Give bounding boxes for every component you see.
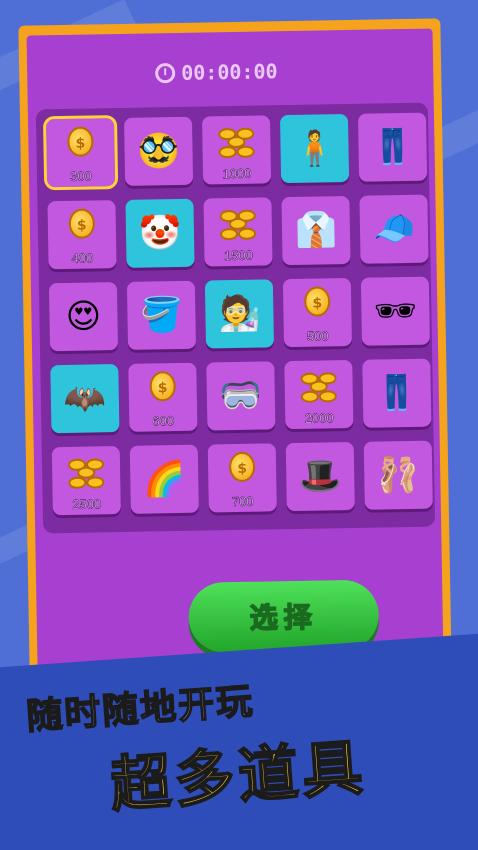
pixel-sunglasses-icon: 🕶 bbox=[373, 290, 418, 332]
item-slot[interactable]: $600 bbox=[128, 362, 198, 432]
item-slot[interactable]: 🕶 bbox=[360, 276, 430, 346]
item-price: 600 bbox=[152, 413, 175, 429]
item-slot[interactable]: 🧢 bbox=[359, 194, 429, 264]
item-slot[interactable]: 🎩 bbox=[285, 441, 355, 512]
item-slot[interactable]: 2500 bbox=[51, 446, 121, 516]
item-price: 700 bbox=[231, 493, 254, 510]
coin-icon: $ bbox=[228, 451, 256, 483]
fedora-hat-icon: 🎩 bbox=[298, 456, 342, 497]
coin-stack-icon bbox=[298, 366, 339, 403]
item-price: 2000 bbox=[304, 410, 334, 426]
goggles-icon: 🥽 bbox=[219, 375, 263, 417]
timer: 00:00:00 bbox=[155, 59, 278, 85]
item-slot[interactable]: 1000 bbox=[201, 115, 272, 185]
batman-character-icon: 🦇 bbox=[63, 378, 107, 419]
item-price: 500 bbox=[306, 328, 330, 344]
item-slot[interactable]: 🧍 bbox=[279, 113, 350, 184]
item-slot[interactable]: 🤡 bbox=[125, 198, 195, 268]
coin-icon: $ bbox=[149, 371, 176, 402]
item-slot[interactable]: 👖 bbox=[357, 112, 428, 182]
heart-glasses-icon: 😍 bbox=[65, 296, 102, 337]
item-slot[interactable]: 🪣 bbox=[126, 280, 197, 350]
item-slot[interactable]: 👖 bbox=[362, 358, 432, 428]
shirt-icon: 👔 bbox=[294, 210, 338, 251]
item-slot[interactable]: $700 bbox=[207, 443, 277, 513]
coin-icon: $ bbox=[67, 126, 94, 157]
pink-suit-character-icon: 🧍 bbox=[293, 128, 337, 169]
paint-bucket-icon: 🪣 bbox=[139, 294, 183, 336]
shop-panel-inner: 00:00:00 $300 🥸 1000 🧍 👖 $400 🤡 1500 👔 🧢 😍 🪣 🧑‍🔬 $500… bbox=[26, 28, 444, 676]
coin-icon: $ bbox=[303, 286, 331, 317]
glasses-mustache-icon: 🥸 bbox=[137, 130, 181, 172]
item-slot[interactable]: 2000 bbox=[284, 359, 354, 430]
pink-shoes-icon: 🩰 bbox=[376, 454, 420, 496]
item-slot[interactable]: 1500 bbox=[203, 197, 273, 267]
item-slot[interactable]: 🦇 bbox=[50, 364, 120, 434]
item-slot[interactable]: 🥽 bbox=[206, 361, 276, 431]
item-slot[interactable]: 😍 bbox=[48, 282, 119, 352]
timer-text: 00:00:00 bbox=[180, 59, 278, 85]
coin-stack-icon bbox=[218, 204, 259, 241]
coin-stack-icon bbox=[66, 452, 107, 489]
clock-icon bbox=[155, 63, 176, 84]
game-screen: 00:00:00 $300 🥸 1000 🧍 👖 $400 🤡 1500 👔 🧢 😍 🪣 🧑‍🔬 $500… bbox=[0, 0, 478, 850]
scientist-character-icon: 🧑‍🔬 bbox=[217, 293, 261, 335]
item-price: 2500 bbox=[72, 496, 102, 512]
item-slot[interactable]: $500 bbox=[282, 277, 352, 348]
item-slot[interactable]: $400 bbox=[47, 200, 117, 270]
shop-panel: 00:00:00 $300 🥸 1000 🧍 👖 $400 🤡 1500 👔 🧢 😍 🪣 🧑‍🔬 $500… bbox=[18, 18, 452, 676]
cap-icon: 🧢 bbox=[372, 208, 416, 250]
item-slot[interactable]: 🧑‍🔬 bbox=[204, 279, 275, 349]
item-slot[interactable]: 🌈 bbox=[129, 444, 199, 514]
slogan-line-2: 超多道具 bbox=[107, 732, 369, 822]
item-grid: $300 🥸 1000 🧍 👖 $400 🤡 1500 👔 🧢 😍 🪣 🧑‍🔬 $500 🕶 🦇 $600 🥽 20… bbox=[35, 102, 436, 534]
joker-character-icon: 🤡 bbox=[138, 212, 182, 254]
item-slot[interactable]: 👔 bbox=[281, 195, 351, 266]
item-price: 1000 bbox=[222, 165, 252, 182]
item-price: 1500 bbox=[223, 247, 254, 264]
item-price: 300 bbox=[70, 168, 93, 184]
black-pants-icon: 👖 bbox=[375, 372, 419, 414]
item-slot[interactable]: 🥸 bbox=[123, 116, 194, 186]
green-pants-icon: 👖 bbox=[371, 126, 415, 168]
coin-icon: $ bbox=[68, 208, 96, 239]
rainbow-bucket-icon: 🌈 bbox=[142, 458, 186, 500]
item-price: 400 bbox=[71, 250, 94, 266]
item-slot[interactable]: 🩰 bbox=[363, 440, 433, 510]
item-slot[interactable]: $300 bbox=[42, 115, 119, 191]
coin-stack-icon bbox=[216, 122, 257, 159]
